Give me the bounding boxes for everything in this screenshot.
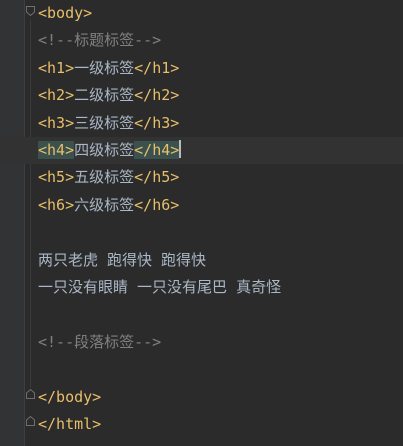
h5-text: 五级标签 [74, 168, 135, 187]
comment-paragraph-tags: <!--段落标签--> [38, 332, 162, 351]
h6-open-tag: <h6> [38, 195, 75, 214]
code-line[interactable]: </body> [0, 384, 403, 411]
html-close-tag: </html> [38, 415, 102, 433]
code-line[interactable]: <!--标题标签--> [0, 27, 403, 54]
body-open-tag: <body> [38, 4, 93, 22]
paragraph-text-1: 两只老虎 跑得快 跑得快 [38, 250, 207, 269]
h4-close-tag: </h4> [134, 141, 180, 159]
code-line[interactable]: <h3>三级标签</h3> [0, 110, 403, 137]
text-caret [179, 140, 182, 158]
h1-close-tag: </h1> [134, 58, 180, 77]
h3-text: 三级标签 [74, 113, 135, 132]
code-line[interactable]: 两只老虎 跑得快 跑得快 [0, 247, 403, 274]
code-line[interactable]: <h1>一级标签</h1> [0, 55, 403, 82]
h3-close-tag: </h3> [134, 113, 180, 132]
h4-open-tag: <h4> [38, 141, 75, 159]
h2-open-tag: <h2> [38, 86, 75, 105]
h2-text: 二级标签 [74, 86, 135, 105]
h2-close-tag: </h2> [134, 86, 180, 105]
h6-close-tag: </h6> [134, 195, 180, 214]
h5-open-tag: <h5> [38, 168, 75, 187]
code-editor[interactable]: <body> <!--标题标签--> <h1>一级标签</h1> <h2>二级标… [0, 0, 403, 446]
code-line[interactable]: 一只没有眼睛 一只没有尾巴 真奇怪 [0, 274, 403, 301]
body-close-tag: </body> [38, 387, 102, 406]
h5-close-tag: </h5> [134, 168, 180, 187]
h4-text: 四级标签 [74, 141, 135, 159]
comment-heading-tags: <!--标题标签--> [38, 31, 162, 50]
code-line[interactable]: <h6>六级标签</h6> [0, 192, 403, 219]
code-line[interactable]: <h5>五级标签</h5> [0, 164, 403, 191]
current-code-line[interactable]: <h4>四级标签</h4> [0, 137, 403, 165]
paragraph-text-2: 一只没有眼睛 一只没有尾巴 真奇怪 [38, 278, 282, 296]
h6-text: 六级标签 [74, 195, 135, 214]
h1-open-tag: <h1> [38, 58, 75, 77]
code-line[interactable]: <body> [0, 0, 403, 27]
h1-text: 一级标签 [74, 58, 135, 77]
code-line[interactable]: <h2>二级标签</h2> [0, 82, 403, 109]
h3-open-tag: <h3> [38, 113, 75, 132]
code-line[interactable]: </html> [0, 411, 403, 438]
code-line[interactable]: <!--段落标签--> [0, 329, 403, 356]
